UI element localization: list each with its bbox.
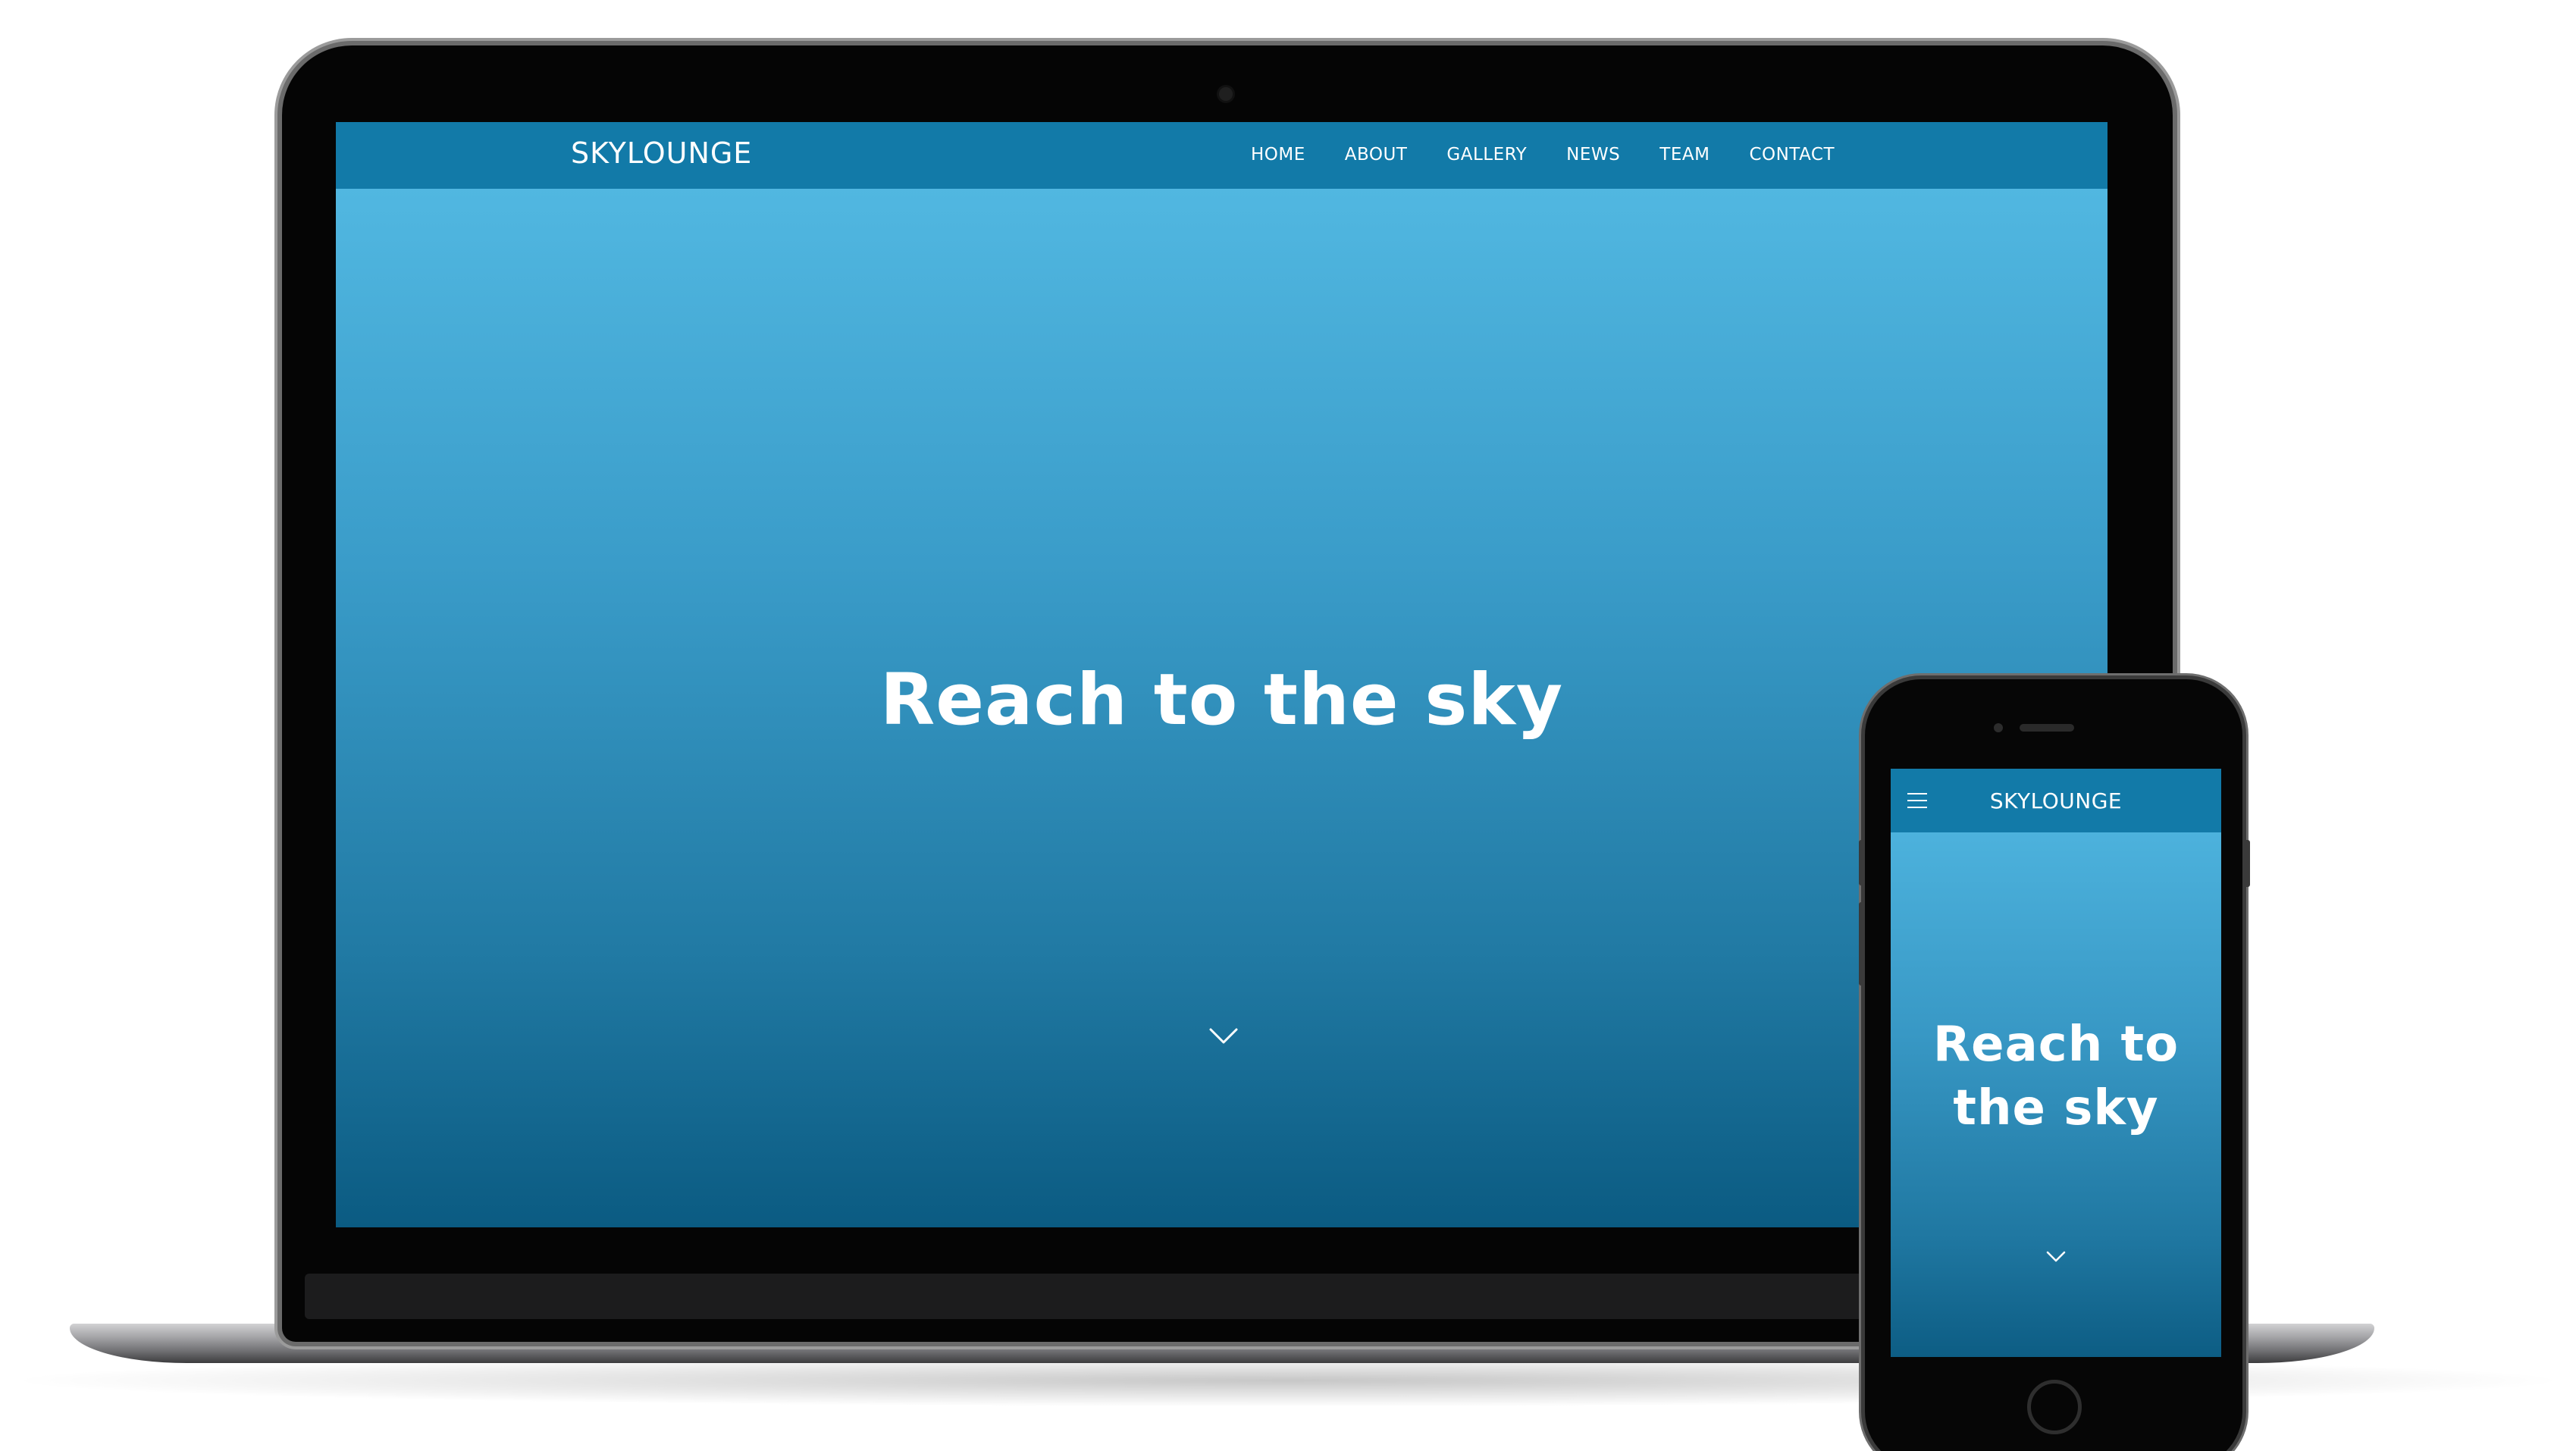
phone-home-button[interactable] bbox=[2027, 1380, 2082, 1434]
nav-link-home[interactable]: HOME bbox=[1251, 145, 1305, 165]
phone-speaker bbox=[2020, 724, 2074, 732]
mobile-brand-logo[interactable]: SKYLOUNGE bbox=[1891, 788, 2221, 813]
desktop-navbar: SKYLOUNGE HOME ABOUT GALLERY NEWS TEAM C… bbox=[336, 122, 2107, 189]
mobile-website: SKYLOUNGE Reach to the sky bbox=[1891, 769, 2221, 1357]
phone-volume-button bbox=[1859, 902, 1865, 986]
phone-camera-icon bbox=[1994, 723, 2003, 732]
phone-power-button bbox=[2244, 840, 2250, 887]
nav-link-about[interactable]: ABOUT bbox=[1345, 145, 1408, 165]
desktop-hero-title: Reach to the sky bbox=[879, 659, 1564, 741]
nav-link-gallery[interactable]: GALLERY bbox=[1446, 145, 1527, 165]
mobile-navbar: SKYLOUNGE bbox=[1891, 769, 2221, 832]
mobile-hero-title: Reach to the sky bbox=[1932, 1017, 2180, 1136]
desktop-website: SKYLOUNGE HOME ABOUT GALLERY NEWS TEAM C… bbox=[336, 122, 2107, 1227]
nav-link-news[interactable]: NEWS bbox=[1566, 145, 1620, 165]
desktop-brand-logo[interactable]: SKYLOUNGE bbox=[571, 136, 752, 170]
chevron-down-icon[interactable] bbox=[2045, 1246, 2067, 1268]
nav-link-team[interactable]: TEAM bbox=[1659, 145, 1709, 165]
desktop-nav-menu: HOME ABOUT GALLERY NEWS TEAM CONTACT bbox=[1251, 145, 1874, 165]
device-mockup-scene: SKYLOUNGE HOME ABOUT GALLERY NEWS TEAM C… bbox=[0, 0, 2576, 1451]
nav-link-contact[interactable]: CONTACT bbox=[1749, 145, 1835, 165]
laptop-camera-icon bbox=[1219, 87, 1233, 101]
chevron-down-icon[interactable] bbox=[1208, 1020, 1239, 1052]
phone-mute-switch bbox=[1859, 840, 1865, 885]
